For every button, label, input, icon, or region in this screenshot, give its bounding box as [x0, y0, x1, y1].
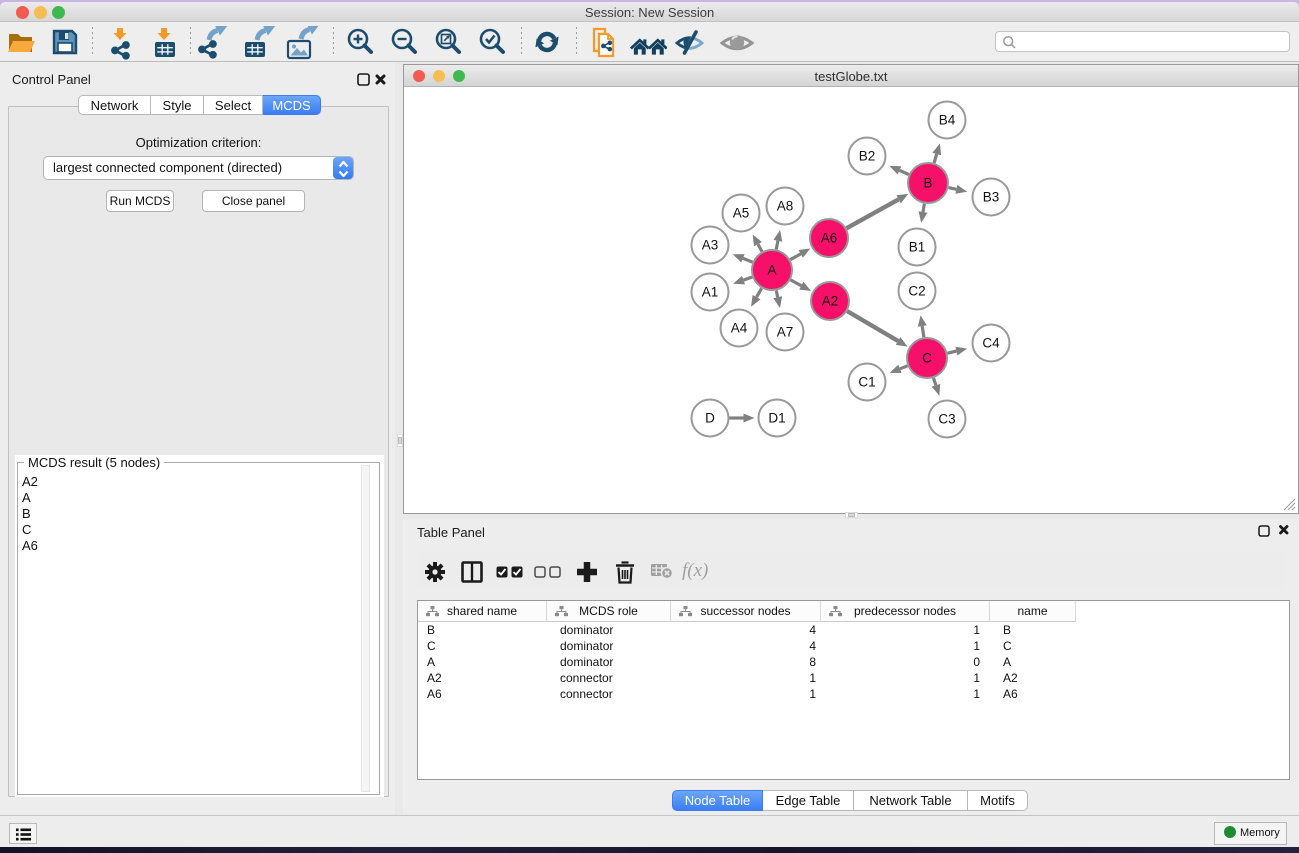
svg-text:A5: A5 — [733, 206, 750, 221]
svg-text:C3: C3 — [938, 412, 955, 427]
svg-text:B1: B1 — [909, 240, 926, 255]
svg-text:B4: B4 — [939, 113, 956, 128]
svg-text:A2: A2 — [822, 294, 839, 309]
svg-text:D: D — [705, 411, 715, 426]
svg-text:A8: A8 — [777, 199, 794, 214]
svg-text:A1: A1 — [702, 285, 719, 300]
svg-text:A: A — [767, 263, 776, 278]
svg-text:C1: C1 — [858, 375, 875, 390]
svg-text:A3: A3 — [702, 238, 719, 253]
svg-text:C4: C4 — [982, 336, 1000, 351]
svg-text:A7: A7 — [777, 325, 794, 340]
svg-text:A6: A6 — [821, 231, 838, 246]
svg-text:B: B — [923, 176, 932, 191]
svg-text:B3: B3 — [983, 190, 1000, 205]
svg-text:C: C — [922, 351, 932, 366]
svg-text:A4: A4 — [731, 321, 748, 336]
svg-text:C2: C2 — [908, 284, 925, 299]
svg-text:D1: D1 — [768, 411, 785, 426]
svg-text:B2: B2 — [859, 149, 876, 164]
